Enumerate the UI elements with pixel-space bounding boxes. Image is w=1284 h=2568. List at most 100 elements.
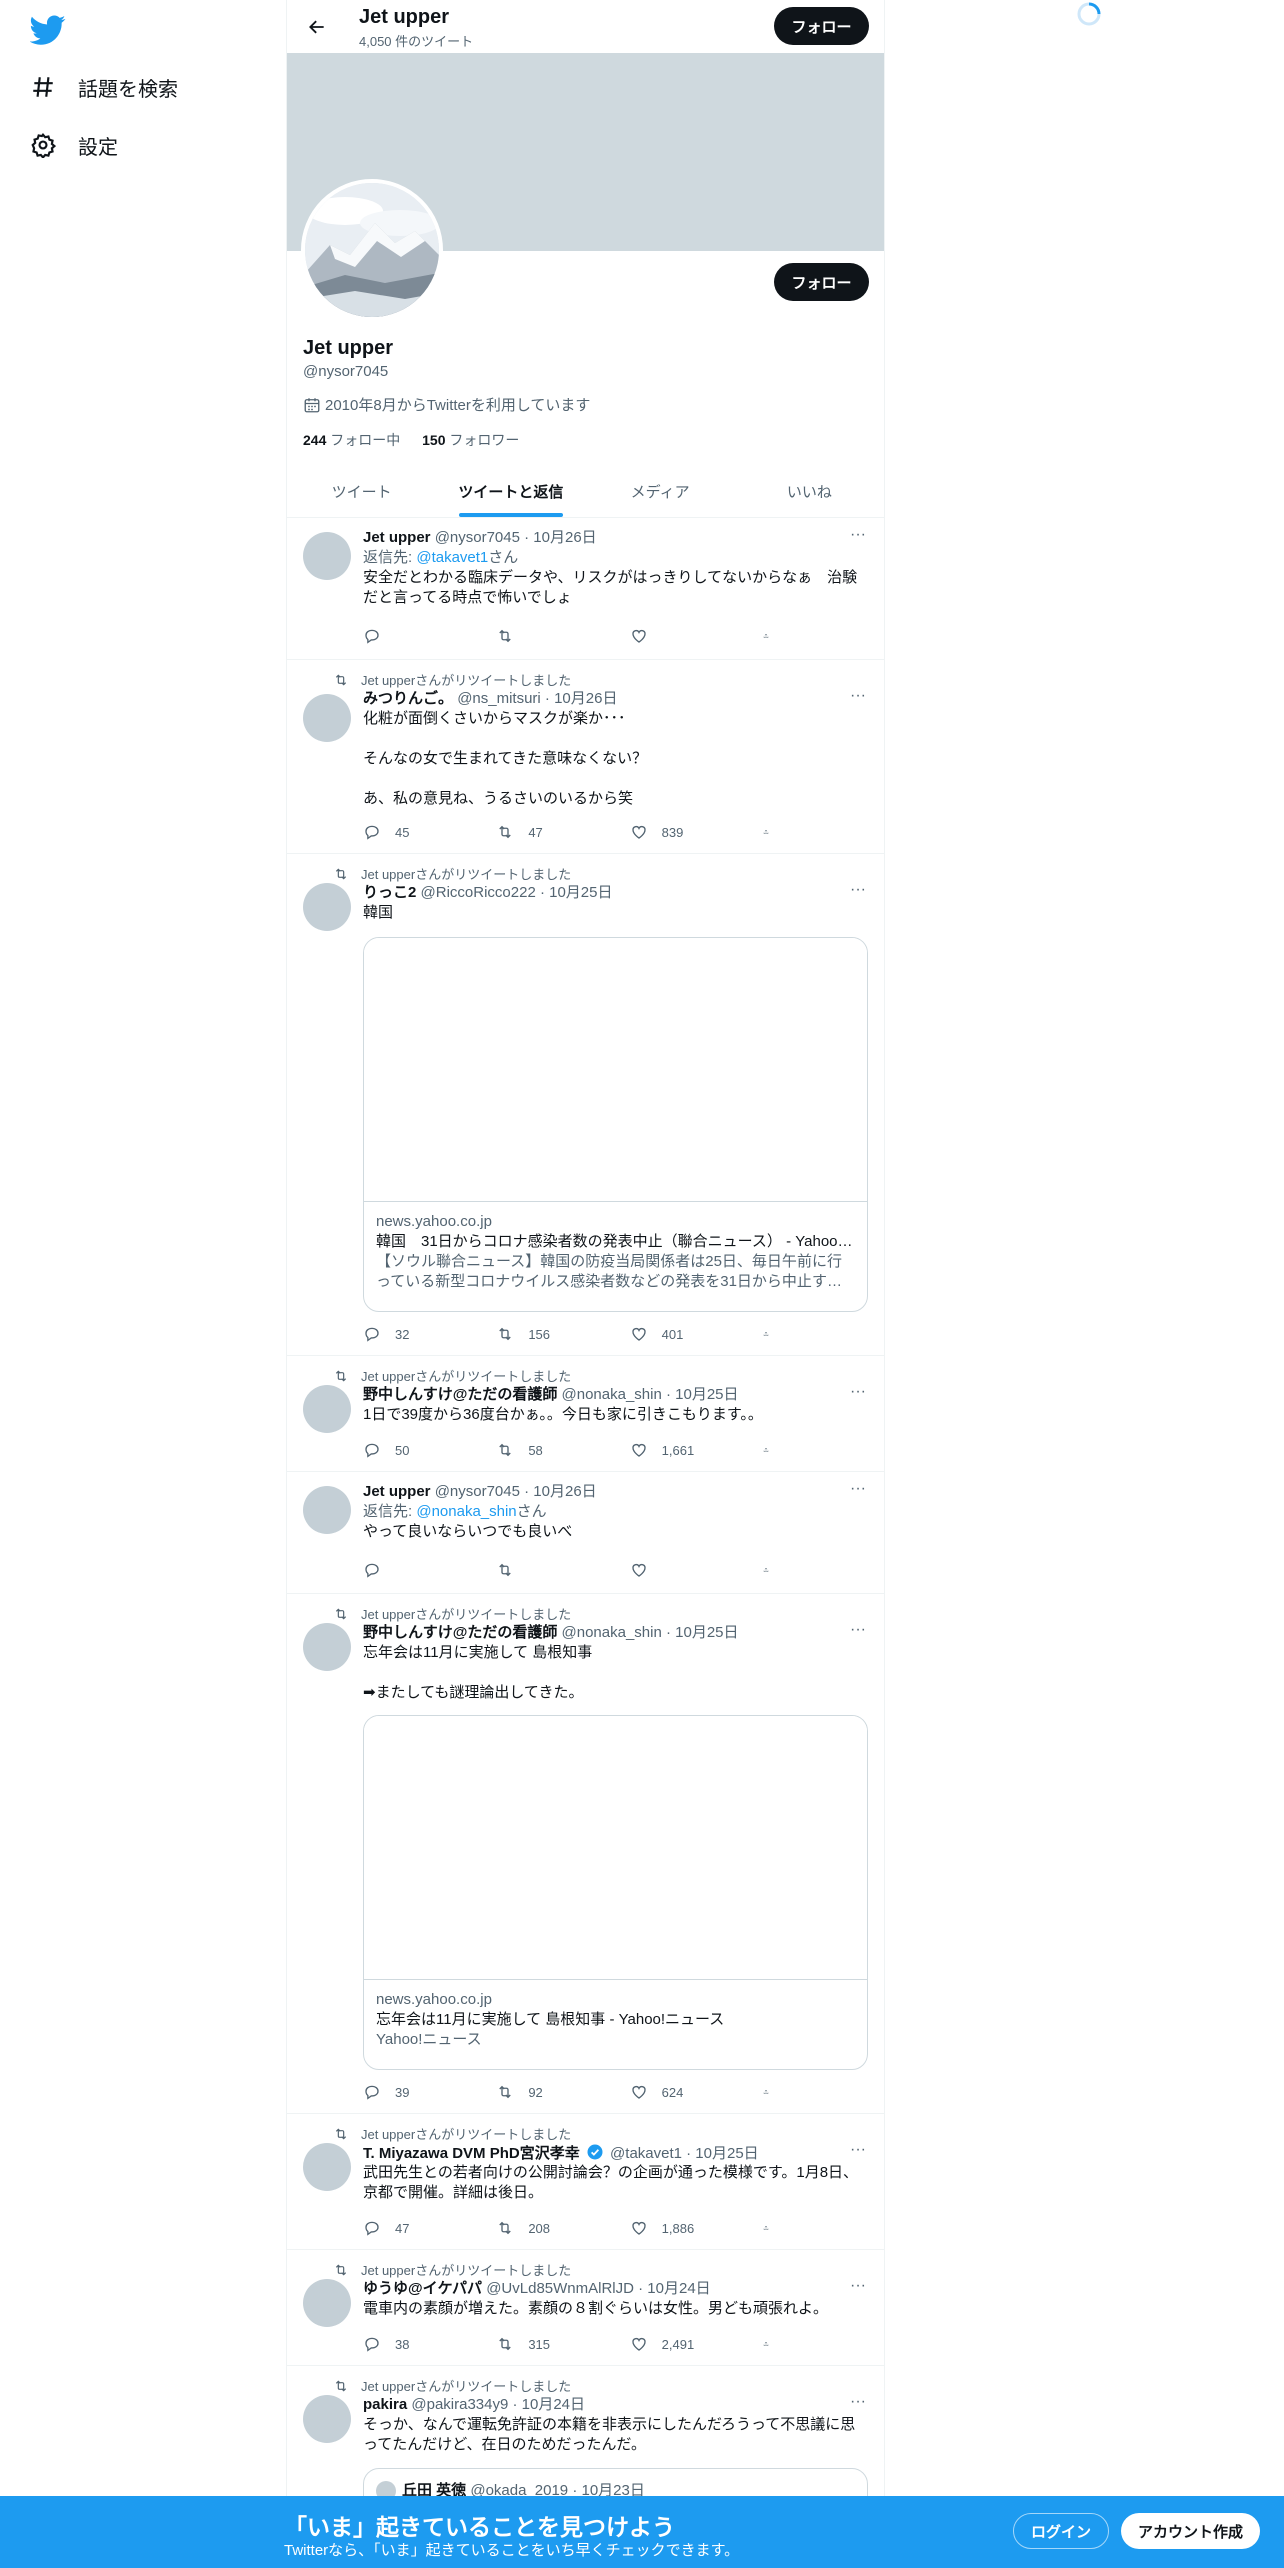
reply-mention-link[interactable]: @nonaka_shin <box>416 1503 516 1520</box>
tab-tweets[interactable]: ツイート <box>287 465 436 517</box>
retweet-button[interactable]: 156 <box>496 1324 629 1344</box>
retweet-button[interactable]: 58 <box>496 1440 629 1460</box>
avatar[interactable] <box>303 883 351 931</box>
reply-mention-link[interactable]: @takavet1 <box>416 549 488 566</box>
avatar[interactable] <box>303 2395 351 2443</box>
tweet[interactable]: Jet upper @nysor7045 · 10月26日 ··· 返信先: @… <box>287 1472 884 1594</box>
reply-button[interactable]: 32 <box>363 1324 496 1344</box>
tweet-author-name[interactable]: りっこ2 <box>363 884 416 901</box>
like-button[interactable] <box>630 626 763 646</box>
retweet-label[interactable]: Jet upperさんがリツイートしました <box>361 864 571 883</box>
like-button[interactable]: 624 <box>630 2082 763 2102</box>
retweet-button[interactable]: 315 <box>496 2334 629 2354</box>
share-button[interactable] <box>763 1440 783 1460</box>
retweet-label[interactable]: Jet upperさんがリツイートしました <box>361 2376 571 2395</box>
tweet-meta[interactable]: @nonaka_shin · 10月25日 <box>562 1386 739 1403</box>
tweet-meta[interactable]: @nysor7045 · 10月26日 <box>435 1483 597 1500</box>
tweet-author-name[interactable]: 野中しんすけ@ただの看護師 <box>363 1624 557 1641</box>
avatar[interactable] <box>303 532 351 580</box>
tweet[interactable]: Jet upper @nysor7045 · 10月26日 ··· 返信先: @… <box>287 518 884 660</box>
tweet-author-name[interactable]: T. Miyazawa DVM PhD宮沢孝幸 <box>363 2145 580 2162</box>
retweet-button[interactable]: 208 <box>496 2218 629 2238</box>
tweet-meta[interactable]: @nonaka_shin · 10月25日 <box>562 1624 739 1641</box>
tweet-author-name[interactable]: 野中しんすけ@ただの看護師 <box>363 1386 557 1403</box>
tweet-meta[interactable]: @ns_mitsuri · 10月26日 <box>457 690 617 707</box>
avatar[interactable] <box>303 1486 351 1534</box>
tweet-meta[interactable]: @RiccoRicco222 · 10月25日 <box>421 884 613 901</box>
tweet-author-name[interactable]: Jet upper <box>363 529 431 546</box>
back-button[interactable] <box>301 11 333 43</box>
more-options-button[interactable]: ··· <box>848 1481 868 1502</box>
share-button[interactable] <box>763 822 783 842</box>
tweet-author-name[interactable]: Jet upper <box>363 1483 431 1500</box>
like-button[interactable]: 1,661 <box>630 1440 763 1460</box>
reply-button[interactable]: 38 <box>363 2334 496 2354</box>
tab-tweets-and-replies[interactable]: ツイートと返信 <box>436 465 585 517</box>
profile-avatar[interactable] <box>301 179 443 321</box>
reply-button[interactable]: 47 <box>363 2218 496 2238</box>
tweet[interactable]: Jet upperさんがリツイートしました ゆうゆ@イケパパ @UvLd85Wn… <box>287 2250 884 2366</box>
like-button[interactable]: 401 <box>630 1324 763 1344</box>
share-button[interactable] <box>763 1560 783 1580</box>
tweet[interactable]: Jet upperさんがリツイートしました みつりんご。 @ns_mitsuri… <box>287 660 884 854</box>
header-follow-button[interactable]: フォロー <box>774 7 869 45</box>
more-options-button[interactable]: ··· <box>848 1384 868 1405</box>
signup-button[interactable]: アカウント作成 <box>1121 2513 1260 2549</box>
link-card[interactable]: news.yahoo.co.jp 韓国 31日からコロナ感染者数の発表中止（聯合… <box>363 937 868 1312</box>
more-options-button[interactable]: ··· <box>848 527 868 548</box>
share-button[interactable] <box>763 2082 783 2102</box>
nav-explore[interactable]: 話題を検索 <box>30 61 178 113</box>
reply-button[interactable]: 50 <box>363 1440 496 1460</box>
tweet[interactable]: Jet upperさんがリツイートしました 野中しんすけ@ただの看護師 @non… <box>287 1594 884 2114</box>
tweet-author-name[interactable]: みつりんご。 <box>363 690 453 707</box>
avatar[interactable] <box>303 1385 351 1433</box>
reply-button[interactable]: 39 <box>363 2082 496 2102</box>
profile-follow-button[interactable]: フォロー <box>774 263 869 301</box>
more-options-button[interactable]: ··· <box>848 2394 868 2415</box>
reply-button[interactable] <box>363 626 496 646</box>
link-card[interactable]: news.yahoo.co.jp 忘年会は11月に実施して 島根知事 - Yah… <box>363 1715 868 2070</box>
tweet-author-name[interactable]: pakira <box>363 2396 407 2413</box>
tweet-author-name[interactable]: ゆうゆ@イケパパ <box>363 2280 482 2297</box>
more-options-button[interactable]: ··· <box>848 2142 868 2163</box>
avatar[interactable] <box>303 694 351 742</box>
like-button[interactable] <box>630 1560 763 1580</box>
retweet-label[interactable]: Jet upperさんがリツイートしました <box>361 2124 571 2143</box>
more-options-button[interactable]: ··· <box>848 1622 868 1643</box>
reply-button[interactable]: 45 <box>363 822 496 842</box>
followers-link[interactable]: 150 フォロワー <box>422 432 519 448</box>
tweet[interactable]: Jet upperさんがリツイートしました pakira @pakira334y… <box>287 2366 884 2518</box>
tweet-meta[interactable]: @pakira334y9 · 10月24日 <box>411 2396 585 2413</box>
tweet-meta[interactable]: @nysor7045 · 10月26日 <box>435 529 597 546</box>
like-button[interactable]: 839 <box>630 822 763 842</box>
tweet[interactable]: Jet upperさんがリツイートしました T. Miyazawa DVM Ph… <box>287 2114 884 2250</box>
retweet-button[interactable]: 47 <box>496 822 629 842</box>
more-options-button[interactable]: ··· <box>848 2278 868 2299</box>
login-button[interactable]: ログイン <box>1013 2513 1109 2549</box>
tweet-meta[interactable]: @takavet1 · 10月25日 <box>610 2145 759 2162</box>
tweet-meta[interactable]: @UvLd85WnmAlRlJD · 10月24日 <box>486 2280 710 2297</box>
avatar[interactable] <box>303 1623 351 1671</box>
retweet-button[interactable] <box>496 626 629 646</box>
twitter-logo-icon[interactable] <box>30 12 66 48</box>
tweet[interactable]: Jet upperさんがリツイートしました りっこ2 @RiccoRicco22… <box>287 854 884 1356</box>
tab-media[interactable]: メディア <box>586 465 735 517</box>
more-options-button[interactable]: ··· <box>848 882 868 903</box>
share-button[interactable] <box>763 626 783 646</box>
following-link[interactable]: 244 フォロー中 <box>303 432 400 448</box>
tab-likes[interactable]: いいね <box>735 465 884 517</box>
retweet-label[interactable]: Jet upperさんがリツイートしました <box>361 1604 571 1623</box>
tweet[interactable]: Jet upperさんがリツイートしました 野中しんすけ@ただの看護師 @non… <box>287 1356 884 1472</box>
share-button[interactable] <box>763 1324 783 1344</box>
avatar[interactable] <box>303 2279 351 2327</box>
more-options-button[interactable]: ··· <box>848 688 868 709</box>
retweet-label[interactable]: Jet upperさんがリツイートしました <box>361 2260 571 2279</box>
share-button[interactable] <box>763 2218 783 2238</box>
nav-settings[interactable]: 設定 <box>30 119 118 171</box>
like-button[interactable]: 2,491 <box>630 2334 763 2354</box>
retweet-label[interactable]: Jet upperさんがリツイートしました <box>361 670 571 689</box>
retweet-button[interactable]: 92 <box>496 2082 629 2102</box>
retweet-button[interactable] <box>496 1560 629 1580</box>
avatar[interactable] <box>303 2143 351 2191</box>
reply-button[interactable] <box>363 1560 496 1580</box>
